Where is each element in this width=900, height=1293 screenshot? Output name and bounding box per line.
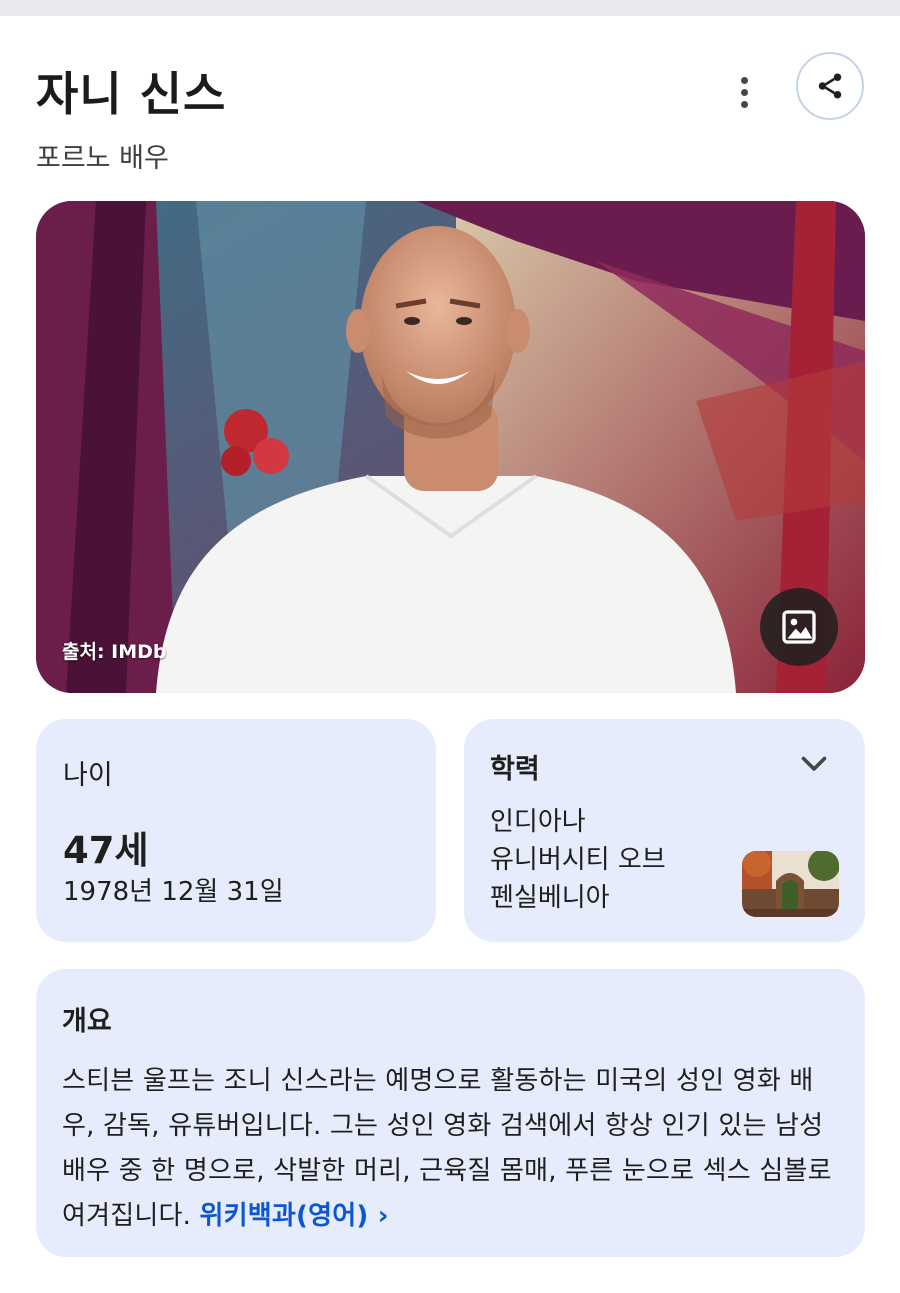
chevron-down-icon[interactable] [796, 745, 832, 781]
chevron-right-icon: › [377, 1201, 389, 1231]
image-icon [782, 610, 816, 644]
image-credit: 출처: IMDb [62, 641, 167, 663]
overview-label: 개요 [62, 1006, 112, 1037]
education-card[interactable]: 학력 인디아나 유니버시티 오브 펜실베니아 [464, 719, 865, 942]
overview-card: 개요 스티븐 울프는 조니 신스라는 예명으로 활동하는 미국의 성인 영화 배… [36, 969, 865, 1257]
knowledge-panel-header: 자니 신스 포르노 배우 [36, 52, 866, 178]
overview-text: 스티븐 울프는 조니 신스라는 예명으로 활동하는 미국의 성인 영화 배우, … [62, 1066, 832, 1231]
hero-photo [36, 201, 865, 693]
wikipedia-link[interactable]: 위키백과(영어) › [200, 1201, 389, 1231]
page-subtitle: 포르노 배우 [36, 143, 169, 174]
birth-date: 1978년 12월 31일 [63, 877, 284, 907]
school-photo [742, 851, 839, 917]
page-title: 자니 신스 [36, 67, 227, 121]
education-school[interactable]: 인디아나 유니버시티 오브 펜실베니아 [490, 803, 720, 917]
education-label: 학력 [490, 754, 540, 785]
age-card[interactable]: 나이 47세 1978년 12월 31일 [36, 719, 436, 942]
hero-image[interactable]: 출처: IMDb [36, 201, 865, 693]
more-vert-icon [740, 76, 748, 84]
gallery-button[interactable] [760, 588, 838, 666]
status-strip [0, 0, 900, 16]
age-value: 47세 [63, 829, 149, 872]
share-button[interactable] [796, 52, 864, 120]
share-icon [818, 73, 842, 99]
school-thumbnail[interactable] [742, 851, 839, 917]
age-label: 나이 [63, 760, 113, 791]
more-options-button[interactable] [728, 70, 760, 114]
